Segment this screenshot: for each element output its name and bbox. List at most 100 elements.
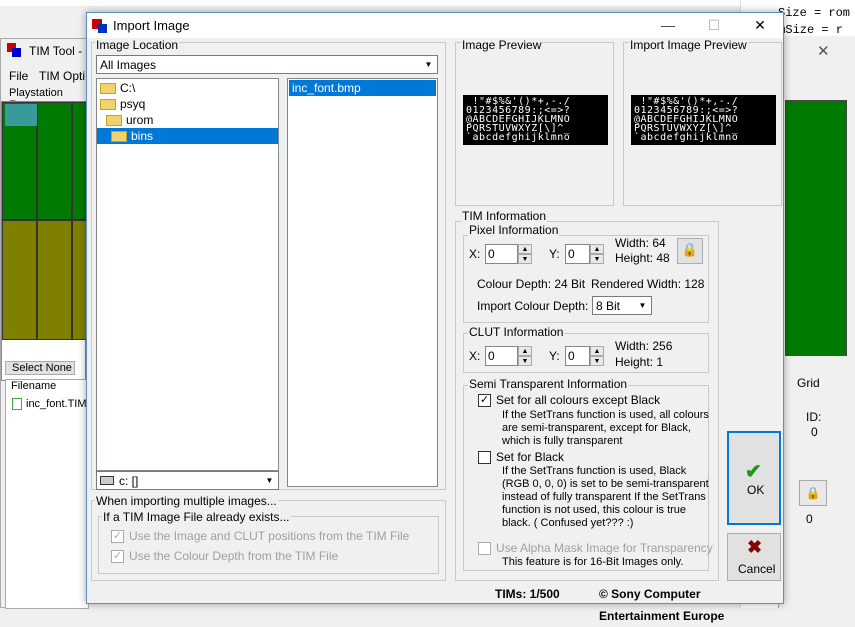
import-preview-legend: Import Image Preview: [629, 38, 748, 52]
pixel-x-spinner[interactable]: ▲ ▼: [518, 244, 532, 264]
menu-file[interactable]: File: [9, 69, 28, 83]
clut-width: Width: 256: [615, 339, 673, 353]
ok-button[interactable]: ✔ OK: [727, 431, 781, 525]
pixel-width: Width: 64: [615, 236, 666, 250]
semi-opt1-label: Set for all colours except Black: [496, 393, 661, 407]
folder-icon: [106, 115, 122, 127]
alpha-mask-label: Use Alpha Mask Image for Transparency: [496, 541, 713, 555]
app-icon: [92, 18, 108, 34]
pixel-y-label: Y:: [549, 247, 560, 261]
vram-cell: [72, 102, 87, 220]
vram-cell: [72, 220, 87, 340]
editor-top-strip: [0, 0, 855, 6]
select-none-button[interactable]: Select None: [5, 361, 75, 375]
dialog-title: Import Image: [113, 18, 190, 33]
vram-cell: [2, 220, 37, 340]
tree-item-psyq[interactable]: psyq: [100, 96, 145, 112]
use-depth-checkbox[interactable]: ✓: [111, 550, 124, 563]
checkmark-icon: ✔: [745, 461, 762, 483]
clut-y-input[interactable]: 0: [565, 346, 590, 366]
clut-x-value: 0: [488, 349, 495, 363]
clut-x-input[interactable]: 0: [485, 346, 518, 366]
background-right-window: ✕ Grid ID: 0 🔒 0: [778, 36, 855, 608]
semi-legend: Semi Transparent Information: [468, 377, 629, 391]
use-depth-label: Use the Colour Depth from the TIM File: [129, 549, 339, 563]
file-icon: [12, 398, 22, 410]
import-image-dialog: Import Image — ☐ ✕ Image Location All Im…: [86, 12, 784, 623]
filter-value: All Images: [100, 58, 157, 72]
pixel-y-input[interactable]: 0: [565, 244, 590, 264]
use-positions-checkbox[interactable]: ✓: [111, 530, 124, 543]
clut-x-spinner[interactable]: ▲ ▼: [518, 346, 532, 366]
tree-item-c[interactable]: C:\: [100, 80, 135, 96]
pixel-info-legend: Pixel Information: [468, 223, 560, 237]
pixel-x-input[interactable]: 0: [485, 244, 518, 264]
semi-desc: black. ( Confused yet??? :): [502, 517, 634, 529]
filename-header[interactable]: Filename: [11, 380, 56, 392]
cancel-x-icon: ✖: [747, 537, 763, 557]
pixel-y-spinner[interactable]: ▲ ▼: [590, 244, 604, 264]
tree-label: psyq: [120, 97, 146, 111]
tree-label: bins: [131, 129, 154, 143]
semi-opt2-checkbox[interactable]: [478, 451, 491, 464]
id-label: ID:: [806, 410, 822, 424]
import-depth-label: Import Colour Depth:: [477, 299, 589, 313]
semi-desc: (RGB 0, 0, 0) is set to be semi-transpar…: [502, 478, 709, 490]
import-depth-combo[interactable]: 8 Bit ▼: [592, 296, 652, 315]
tims-count: TIMs: 1/500: [495, 587, 560, 601]
close-button[interactable]: ✕: [737, 13, 783, 38]
pixel-y-value: 0: [568, 247, 575, 261]
minimize-button[interactable]: —: [645, 13, 691, 38]
playstation-frame-grid[interactable]: [1, 101, 87, 381]
semi-opt2-label: Set for Black: [496, 450, 565, 464]
clut-y-label: Y:: [549, 349, 560, 363]
import-preview-group: !"#$%&'()*+,-./ 0123456789:;<=>? @ABCDEF…: [623, 42, 782, 206]
menu-tim-options[interactable]: TIM Opti: [39, 69, 85, 83]
file-list[interactable]: Filename inc_font.TIM: [5, 379, 89, 609]
alpha-mask-checkbox[interactable]: [478, 542, 491, 555]
code-line: Size = rom: [778, 6, 851, 20]
cancel-button[interactable]: ✖ Cancel: [727, 533, 781, 581]
folder-tree[interactable]: C:\ psyq urom bins: [96, 78, 279, 471]
tree-item-bins[interactable]: bins: [97, 128, 278, 144]
clut-info-legend: CLUT Information: [468, 325, 565, 339]
right-value: 0: [806, 512, 813, 526]
maximize-button[interactable]: ☐: [691, 13, 737, 38]
close-icon[interactable]: ✕: [817, 42, 830, 60]
vram-cell: [37, 220, 72, 340]
id-value: 0: [811, 425, 818, 439]
drive-combo[interactable]: c: [] ▼: [96, 471, 279, 490]
pixel-x-label: X:: [469, 247, 481, 261]
filter-combo[interactable]: All Images ▼: [96, 55, 438, 74]
title-bar[interactable]: Import Image — ☐ ✕: [87, 13, 783, 38]
tim-tool-title: TIM Tool -: [29, 44, 83, 58]
folder-open-icon: [111, 131, 127, 143]
chevron-down-icon[interactable]: ▼: [421, 57, 436, 72]
lock-icon[interactable]: 🔒: [799, 480, 827, 506]
clut-y-spinner[interactable]: ▲ ▼: [590, 346, 604, 366]
tree-item-urom[interactable]: urom: [106, 112, 153, 128]
image-preview-group: !"#$%&'()*+,-./ 0123456789:;<=>? @ABCDEF…: [455, 42, 614, 206]
clut-height: Height: 1: [615, 355, 664, 369]
tim-thumbnail[interactable]: [5, 104, 37, 126]
image-preview-legend: Image Preview: [461, 38, 543, 52]
lock-icon[interactable]: 🔒: [677, 238, 703, 264]
chevron-down-icon[interactable]: ▼: [635, 298, 650, 313]
file-item[interactable]: inc_font.bmp: [289, 80, 436, 96]
chevron-down-icon[interactable]: ▼: [262, 473, 277, 488]
file-listbox[interactable]: inc_font.bmp: [287, 78, 438, 487]
semi-opt1-checkbox[interactable]: ✓: [478, 394, 491, 407]
cancel-label: Cancel: [738, 562, 776, 576]
rendered-width: Rendered Width: 128: [591, 277, 705, 291]
tree-label: urom: [126, 113, 154, 127]
pixel-x-value: 0: [488, 247, 495, 261]
folder-icon: [100, 99, 116, 111]
use-positions-label: Use the Image and CLUT positions from th…: [129, 529, 410, 543]
tree-label: C:\: [120, 81, 136, 95]
tim-tool-window: TIM Tool - File TIM Opti Playstation Fra…: [0, 38, 89, 609]
tim-exists-group: [98, 516, 439, 574]
file-entry[interactable]: inc_font.TIM: [26, 398, 87, 410]
tim-tool-app-icon: [7, 43, 21, 57]
copyright-text: © Sony Computer Entertainment Europe: [599, 587, 725, 623]
import-image-preview: !"#$%&'()*+,-./ 0123456789:;<=>? @ABCDEF…: [631, 95, 776, 145]
